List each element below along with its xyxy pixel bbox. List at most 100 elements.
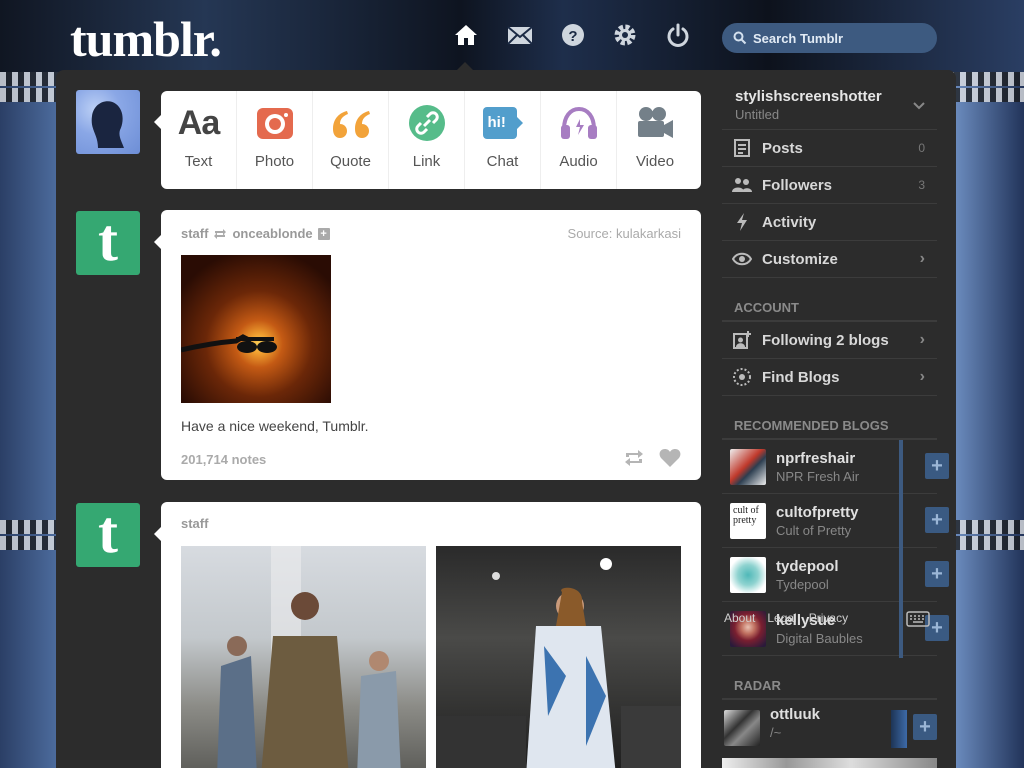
- post-photo-runway-1[interactable]: [181, 546, 426, 768]
- posts-icon: [734, 139, 750, 157]
- sidebar-nav: Posts 0 Followers 3 Activity Customize ›: [722, 130, 937, 278]
- follow-add-button[interactable]: +: [925, 561, 949, 587]
- recommended-blog[interactable]: nprfreshair NPR Fresh Air +: [722, 440, 949, 494]
- recommended-blog[interactable]: tydepool Tydepool +: [722, 548, 949, 602]
- radar-heading: RADAR: [722, 676, 937, 700]
- blog-description: Digital Baubles: [776, 630, 863, 646]
- blog-thumbnail[interactable]: [730, 448, 766, 485]
- blog-thumbnail[interactable]: cult of pretty: [730, 502, 766, 539]
- blog-switcher[interactable]: stylishscreenshotter Untitled: [722, 78, 937, 130]
- footer-link-legal[interactable]: Legal: [767, 611, 796, 625]
- sidebar-item-posts[interactable]: Posts 0: [722, 130, 937, 167]
- sidebar-item-label: Activity: [762, 213, 817, 231]
- footer-link-about[interactable]: About: [724, 611, 755, 625]
- svg-text:?: ?: [568, 28, 577, 45]
- compose-link-button[interactable]: Link: [389, 91, 465, 189]
- sidebar-item-label: Following 2 blogs: [762, 331, 889, 349]
- staff-avatar-2[interactable]: t: [76, 503, 140, 567]
- compose-text-button[interactable]: Aa Text: [161, 91, 237, 189]
- compose-quote-button[interactable]: Quote: [313, 91, 389, 189]
- sidebar-username[interactable]: stylishscreenshotter: [735, 88, 882, 105]
- keyboard-shortcuts-icon[interactable]: [906, 611, 930, 627]
- compose-chat-label: Chat: [486, 153, 519, 170]
- search-input[interactable]: [753, 30, 923, 46]
- sidebar-blog-subtitle: Untitled: [735, 107, 780, 122]
- help-icon[interactable]: ?: [560, 22, 588, 50]
- compass-icon: [733, 368, 751, 386]
- blog-name[interactable]: nprfreshair: [776, 450, 859, 467]
- home-icon[interactable]: [453, 22, 481, 50]
- compose-chat-button[interactable]: hi! Chat: [465, 91, 541, 189]
- followers-icon: [732, 178, 752, 192]
- sidebar-item-label: Followers: [762, 176, 833, 194]
- radar-thumbnail[interactable]: [724, 710, 760, 746]
- radar-blog-name[interactable]: ottluuk: [770, 706, 820, 723]
- follow-plus-icon[interactable]: +: [317, 227, 330, 240]
- link-icon: [408, 105, 445, 141]
- blog-thumbnail[interactable]: [730, 556, 766, 593]
- eye-icon: [732, 252, 752, 266]
- post-header-2: staff: [181, 516, 208, 531]
- account-heading: ACCOUNT: [722, 298, 937, 322]
- post-card: staff onceablonde + Source: kulakarkasi …: [161, 210, 701, 480]
- compose-audio-button[interactable]: Audio: [541, 91, 617, 189]
- sidebar-item-find-blogs[interactable]: Find Blogs ›: [722, 359, 937, 396]
- post-notes[interactable]: 201,714 notes: [181, 452, 266, 467]
- blog-name[interactable]: cultofpretty: [776, 504, 859, 521]
- radar-section: RADAR ottluuk /~ +: [722, 676, 937, 756]
- staff-avatar[interactable]: t: [76, 211, 140, 275]
- composer-pointer: [154, 115, 161, 129]
- post-header: staff onceablonde +: [181, 226, 330, 241]
- post-source[interactable]: Source: kulakarkasi: [568, 226, 681, 241]
- radar-blog[interactable]: ottluuk /~ +: [722, 700, 937, 756]
- chevron-down-icon[interactable]: [913, 102, 925, 110]
- following-icon: [733, 331, 751, 349]
- compose-audio-label: Audio: [559, 153, 598, 170]
- sidebar-item-customize[interactable]: Customize ›: [722, 241, 937, 278]
- compose-text-label: Text: [184, 153, 213, 170]
- radar-image-preview[interactable]: [722, 758, 937, 768]
- post-photo-sunset[interactable]: [180, 255, 331, 403]
- account-section: ACCOUNT Following 2 blogs › Find Blogs ›: [722, 298, 937, 396]
- followers-count: 3: [918, 178, 925, 192]
- sidebar-item-activity[interactable]: Activity: [722, 204, 937, 241]
- chevron-right-icon: ›: [919, 250, 925, 267]
- recommended-scrollbar[interactable]: [899, 440, 903, 658]
- post-card-2: staff: [161, 502, 701, 768]
- post-photo-runway-2[interactable]: [436, 546, 681, 768]
- compose-photo-label: Photo: [254, 153, 295, 170]
- logout-power-icon[interactable]: [665, 22, 693, 50]
- like-heart-icon[interactable]: [659, 448, 681, 468]
- headphones-icon: [560, 106, 597, 139]
- sidebar-item-followers[interactable]: Followers 3: [722, 167, 937, 204]
- reblog-action-icon[interactable]: [623, 448, 645, 468]
- blog-name[interactable]: tydepool: [776, 558, 839, 575]
- chat-glyph: hi!: [487, 114, 506, 131]
- post-source-name[interactable]: kulakarkasi: [616, 226, 681, 241]
- lightning-icon: [737, 213, 747, 231]
- follow-add-button[interactable]: +: [925, 507, 949, 533]
- recommended-heading: RECOMMENDED BLOGS: [722, 416, 937, 440]
- user-avatar[interactable]: [76, 90, 140, 154]
- chevron-right-icon: ›: [919, 368, 925, 385]
- post-source-label: Source:: [567, 226, 613, 241]
- compose-link-label: Link: [412, 153, 441, 170]
- tumblr-logo[interactable]: tumblr.: [70, 10, 222, 68]
- follow-add-button[interactable]: +: [925, 453, 949, 479]
- reblogged-from[interactable]: onceablonde: [232, 226, 312, 241]
- footer-link-privacy[interactable]: Privacy: [809, 611, 848, 625]
- compose-video-button[interactable]: Video: [617, 91, 693, 189]
- post-composer: Aa Text Photo Quote Link hi! Chat Audio …: [161, 91, 701, 189]
- sidebar-item-following[interactable]: Following 2 blogs ›: [722, 322, 937, 359]
- post-author[interactable]: staff: [181, 226, 208, 241]
- search-icon: [733, 31, 747, 45]
- settings-gear-icon[interactable]: [612, 22, 640, 50]
- post-author-2[interactable]: staff: [181, 516, 208, 531]
- messages-icon[interactable]: [506, 22, 534, 50]
- recommended-blog[interactable]: cult of pretty cultofpretty Cult of Prett…: [722, 494, 949, 548]
- compose-photo-button[interactable]: Photo: [237, 91, 313, 189]
- reblog-icon: [214, 228, 227, 239]
- follow-add-button[interactable]: +: [913, 714, 937, 740]
- search-box[interactable]: [722, 23, 937, 53]
- chevron-right-icon: ›: [919, 331, 925, 348]
